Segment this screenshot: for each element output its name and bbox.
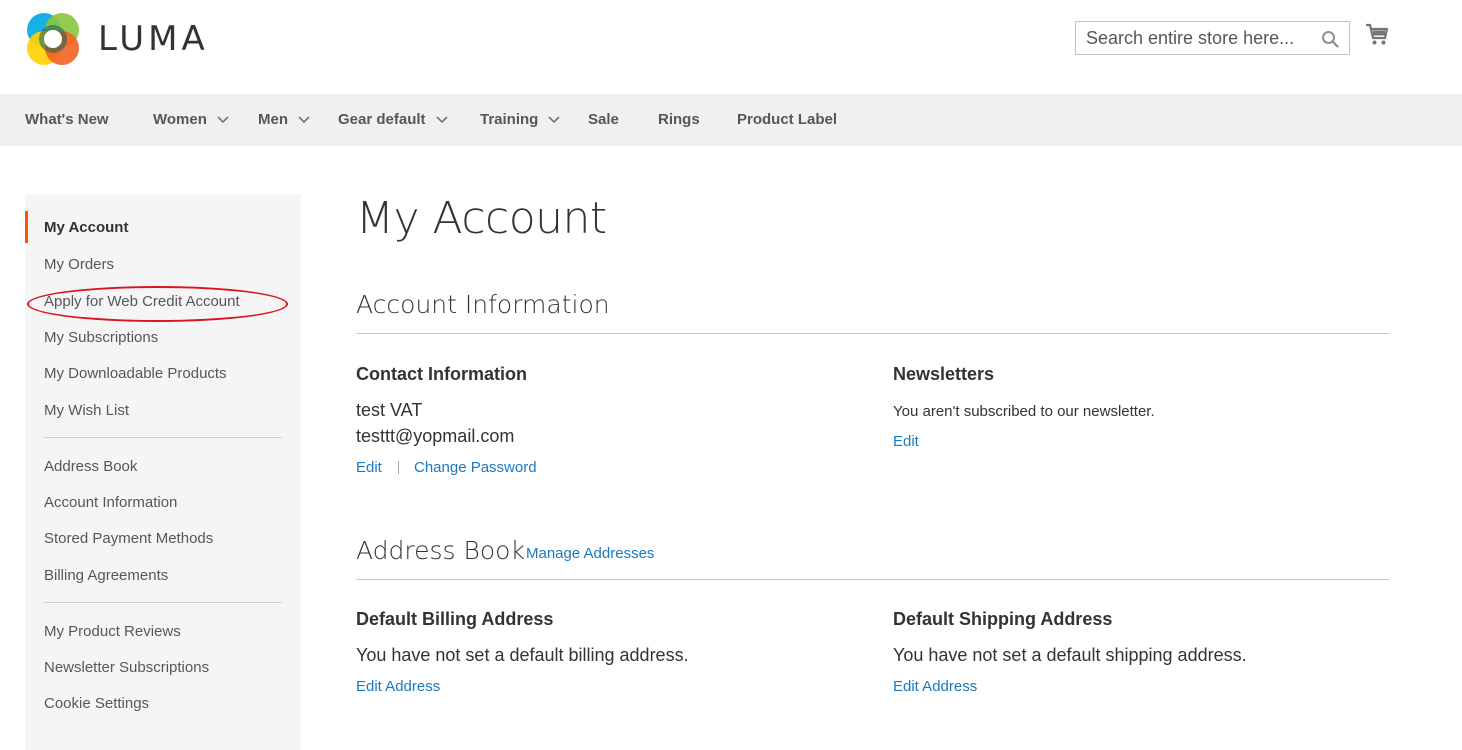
chevron-down-icon: [435, 116, 448, 124]
sidebar-item-product-reviews[interactable]: My Product Reviews: [44, 623, 181, 640]
chevron-down-icon: [217, 116, 229, 124]
search-input[interactable]: [1076, 22, 1311, 54]
nav-item-label: Sale: [588, 111, 619, 128]
sidebar-item-address-book[interactable]: Address Book: [44, 458, 137, 475]
store-logo[interactable]: LUMA: [24, 10, 209, 68]
cart-icon[interactable]: [1365, 22, 1389, 46]
sidebar-item-account-information[interactable]: Account Information: [44, 494, 177, 511]
page-title: My Account: [356, 193, 607, 244]
nav-item-label: Rings: [658, 111, 700, 128]
chevron-down-icon: [548, 116, 560, 124]
nav-item-product-label[interactable]: Product Label: [737, 94, 837, 146]
sidebar-item-apply-web-credit[interactable]: Apply for Web Credit Account: [44, 293, 240, 310]
nav-item-label: What's New: [25, 111, 109, 128]
sidebar-item-newsletter-subscriptions[interactable]: Newsletter Subscriptions: [44, 659, 209, 676]
contact-information-title: Contact Information: [356, 364, 527, 384]
default-billing-title: Default Billing Address: [356, 609, 554, 629]
chevron-down-icon: [298, 116, 310, 124]
customer-name: test VAT: [356, 400, 423, 420]
logo-text: LUMA: [98, 19, 209, 59]
nav-item-label: Women: [153, 111, 207, 128]
default-shipping-title: Default Shipping Address: [893, 609, 1113, 629]
nav-item-gear[interactable]: Gear default: [338, 94, 448, 146]
default-billing-text: You have not set a default billing addre…: [356, 645, 689, 665]
change-password-link[interactable]: Change Password: [414, 459, 537, 476]
nav-item-rings[interactable]: Rings: [658, 94, 700, 146]
sidebar-item-billing-agreements[interactable]: Billing Agreements: [44, 567, 168, 584]
section-divider: [356, 333, 1389, 334]
sidebar-item-downloadable-products[interactable]: My Downloadable Products: [44, 365, 227, 382]
nav-item-label: Men: [258, 111, 288, 128]
sidebar-item-cookie-settings[interactable]: Cookie Settings: [44, 695, 149, 712]
link-separator: [398, 461, 399, 474]
search-icon[interactable]: [1321, 30, 1339, 48]
luma-logo-icon: [27, 13, 79, 65]
nav-item-label: Training: [480, 111, 539, 128]
edit-billing-address-link[interactable]: Edit Address: [356, 678, 440, 695]
sidebar-item-my-account: My Account: [44, 219, 129, 236]
newsletters-title: Newsletters: [893, 364, 995, 384]
sidebar-divider: [44, 602, 282, 603]
newsletter-status: You aren't subscribed to our newsletter.: [893, 403, 1155, 420]
manage-addresses-link[interactable]: Manage Addresses: [526, 545, 654, 562]
search-box: [1075, 21, 1350, 55]
section-divider: [356, 579, 1389, 580]
address-book-title: Address Book: [356, 536, 525, 565]
account-information-title: Account Information: [356, 290, 610, 319]
nav-item-women[interactable]: Women: [153, 94, 229, 146]
nav-item-whats-new[interactable]: What's New: [25, 94, 109, 146]
sidebar-item-my-subscriptions[interactable]: My Subscriptions: [44, 329, 158, 346]
nav-item-label: Gear default: [338, 111, 426, 128]
sidebar-item-wish-list[interactable]: My Wish List: [44, 402, 129, 419]
nav-item-training[interactable]: Training: [480, 94, 560, 146]
nav-item-label: Product Label: [737, 111, 838, 128]
sidebar-item-stored-payment-methods[interactable]: Stored Payment Methods: [44, 530, 213, 547]
nav-item-men[interactable]: Men: [258, 94, 310, 146]
customer-email: testtt@yopmail.com: [356, 426, 515, 446]
page-header: LUMA: [0, 0, 1462, 94]
active-indicator: [25, 211, 28, 243]
account-sidebar: My Account My Orders Apply for Web Credi…: [25, 195, 301, 750]
edit-contact-link[interactable]: Edit: [356, 459, 382, 476]
edit-newsletter-link[interactable]: Edit: [893, 433, 919, 450]
default-shipping-text: You have not set a default shipping addr…: [893, 645, 1247, 665]
nav-item-sale[interactable]: Sale: [588, 94, 619, 146]
main-navigation: What's New Women Men Gear default Traini…: [0, 94, 1462, 146]
sidebar-item-my-orders[interactable]: My Orders: [44, 256, 114, 273]
sidebar-divider: [44, 437, 282, 438]
edit-shipping-address-link[interactable]: Edit Address: [893, 678, 977, 695]
